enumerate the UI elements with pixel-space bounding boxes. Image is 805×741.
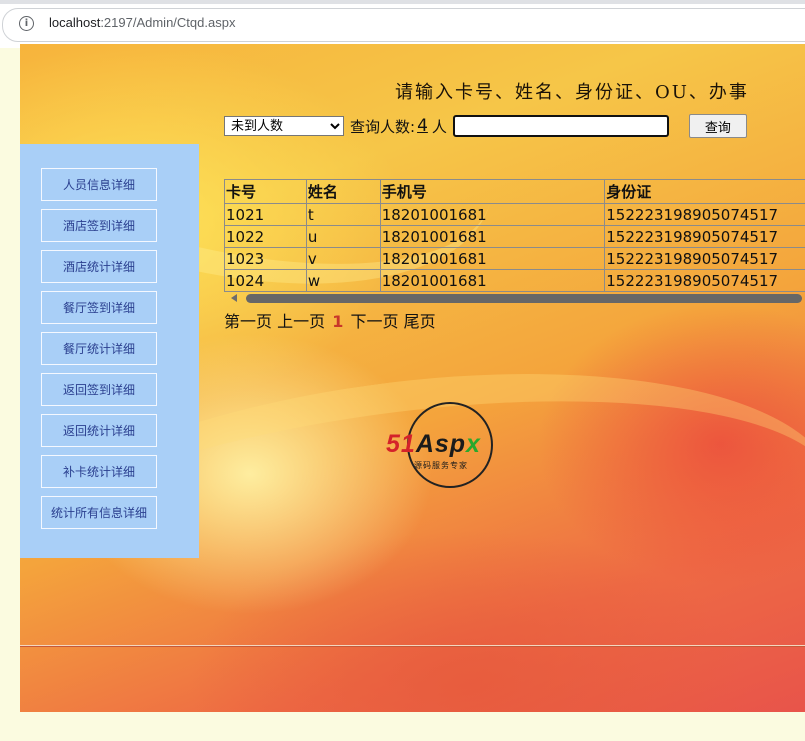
table-row: 1021 t 18201001681 152223198905074517 [224, 203, 805, 226]
pager-current-page: 1 [332, 312, 344, 331]
sidebar-item-return-signin[interactable]: 返回签到详细 [41, 373, 157, 406]
cell-id-card: 152223198905074517 [604, 269, 805, 292]
query-count-value: 4 [417, 116, 428, 136]
pager-last-link[interactable]: 尾页 [404, 312, 436, 331]
scroll-left-arrow-icon[interactable] [231, 294, 237, 302]
col-header-id-card: 身份证 [604, 179, 805, 204]
sidebar-item-restaurant-signin[interactable]: 餐厅签到详细 [41, 291, 157, 324]
query-button[interactable]: 查询 [688, 114, 747, 138]
browser-tab-strip-edge [0, 0, 805, 4]
sidebar-item-return-stats[interactable]: 返回统计详细 [41, 414, 157, 447]
table-row: 1024 w 18201001681 152223198905074517 [224, 269, 805, 292]
sidebar-item-hotel-signin[interactable]: 酒店签到详细 [41, 209, 157, 242]
cell-phone: 18201001681 [379, 269, 606, 292]
site-info-icon[interactable]: i [19, 16, 34, 31]
pager-first-link[interactable]: 第一页 [224, 312, 272, 331]
cell-phone: 18201001681 [379, 225, 606, 248]
col-header-phone: 手机号 [379, 179, 606, 204]
pager-next-link[interactable]: 下一页 [350, 312, 398, 331]
col-header-name: 姓名 [305, 179, 381, 204]
cell-name: w [305, 269, 381, 292]
pager-prev-link[interactable]: 上一页 [277, 312, 325, 331]
url-path: :2197/Admin/Ctqd.aspx [100, 15, 236, 30]
logo-tagline: 源码服务专家 [414, 461, 468, 470]
sidebar-item-hotel-stats[interactable]: 酒店统计详细 [41, 250, 157, 283]
scrollbar-thumb[interactable] [246, 294, 802, 303]
cell-name: v [305, 247, 381, 270]
logo-brand-x: x [466, 430, 481, 458]
logo-brand-text: 51Aspx [386, 430, 481, 459]
footer-divider [20, 645, 805, 647]
logo-brand-asp: Asp [415, 430, 467, 458]
cell-id-card: 152223198905074517 [604, 247, 805, 270]
table-horizontal-scrollbar[interactable] [224, 293, 805, 304]
cell-card-no: 1024 [224, 269, 307, 292]
col-header-card-no: 卡号 [224, 179, 307, 204]
page-content: 请输入卡号、姓名、身份证、OU、办事 未到人数 查询人数: 4 人 查询 人员信… [20, 44, 805, 712]
cell-name: u [305, 225, 381, 248]
query-count-unit: 人 [431, 117, 447, 136]
logo-brand-51: 51 [386, 430, 416, 458]
table-row: 1023 v 18201001681 152223198905074517 [224, 247, 805, 270]
pager: 第一页 上一页 1 下一页 尾页 [224, 308, 436, 332]
cell-phone: 18201001681 [379, 247, 606, 270]
search-prompt-text: 请输入卡号、姓名、身份证、OU、办事 [395, 82, 749, 103]
sidebar: 人员信息详细 酒店签到详细 酒店统计详细 餐厅签到详细 餐厅统计详细 返回签到详… [20, 144, 199, 558]
url-host: localhost [49, 15, 101, 30]
sidebar-item-person-info[interactable]: 人员信息详细 [41, 168, 157, 201]
query-toolbar: 未到人数 查询人数: 4 人 查询 [224, 114, 747, 138]
sidebar-item-card-reissue-stats[interactable]: 补卡统计详细 [41, 455, 157, 488]
cell-card-no: 1023 [224, 247, 307, 270]
table-header-row: 卡号 姓名 手机号 身份证 [224, 179, 805, 204]
cell-id-card: 152223198905074517 [604, 203, 805, 226]
attendance-filter-select[interactable]: 未到人数 [224, 116, 344, 136]
sidebar-item-restaurant-stats[interactable]: 餐厅统计详细 [41, 332, 157, 365]
browser-address-bar: i localhost:2197/Admin/Ctqd.aspx [0, 0, 805, 48]
cell-card-no: 1022 [224, 225, 307, 248]
search-input[interactable] [452, 115, 669, 137]
results-table-container: 卡号 姓名 手机号 身份证 1021 t 18201001681 1522231… [224, 179, 805, 303]
cell-card-no: 1021 [224, 203, 307, 226]
table-row: 1022 u 18201001681 152223198905074517 [224, 225, 805, 248]
results-table: 卡号 姓名 手机号 身份证 1021 t 18201001681 1522231… [224, 179, 805, 292]
cell-id-card: 152223198905074517 [604, 225, 805, 248]
query-count-label: 查询人数: [350, 117, 416, 136]
sidebar-item-all-stats[interactable]: 统计所有信息详细 [41, 496, 157, 529]
51aspx-logo: 51Aspx 源码服务专家 [386, 400, 512, 496]
cell-name: t [305, 203, 381, 226]
cell-phone: 18201001681 [379, 203, 606, 226]
url-text[interactable]: localhost:2197/Admin/Ctqd.aspx [49, 15, 235, 30]
